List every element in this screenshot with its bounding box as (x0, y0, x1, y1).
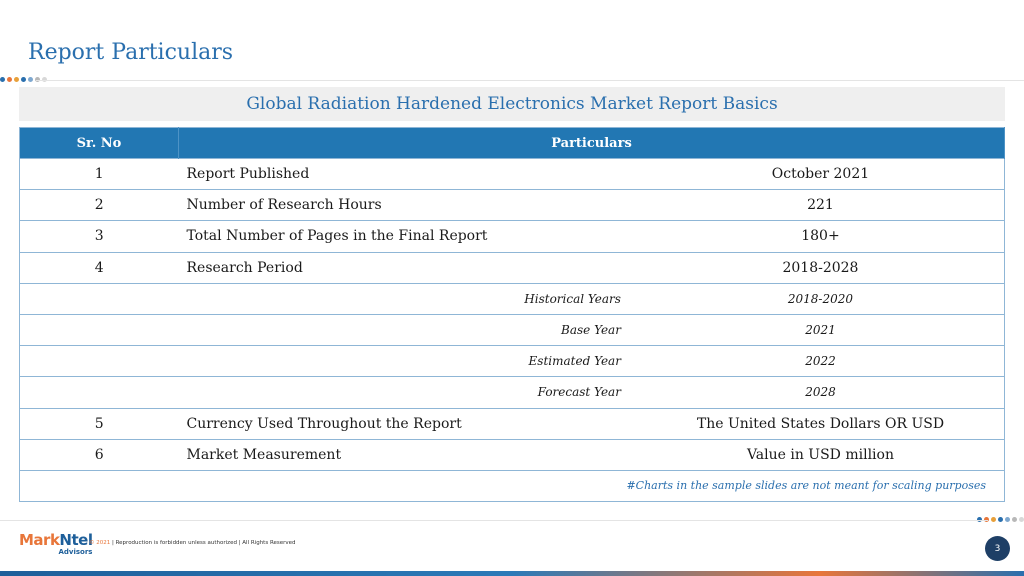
row-value: October 2021 (636, 157, 1005, 190)
table-row: 3 Total Number of Pages in the Final Rep… (19, 220, 1005, 253)
row-value: Value in USD million (636, 438, 1005, 471)
row-number: 5 (19, 407, 179, 440)
row-label: Number of Research Hours (178, 189, 637, 221)
header-divider (36, 80, 1024, 81)
row-value: The United States Dollars OR USD (636, 407, 1005, 440)
row-number: 6 (19, 438, 179, 471)
row-value: 180+ (636, 220, 1005, 253)
copyright-year: © 2021 (89, 540, 111, 546)
subtitle-band: Global Radiation Hardened Electronics Ma… (19, 87, 1005, 121)
markntel-logo: MarkNtel Advisors (19, 531, 93, 557)
footer-divider (0, 520, 988, 521)
report-particulars-table: Sr. No Particulars 1 Report Published Oc… (19, 127, 1005, 503)
table-sub-row: Estimated Year 2022 (19, 345, 1005, 377)
table-header-row: Sr. No Particulars (19, 127, 1005, 159)
sub-row-value: 2022 (636, 345, 1005, 377)
sub-row-label: Estimated Year (19, 345, 637, 377)
page-number-badge: 3 (985, 536, 1010, 561)
row-label: Market Measurement (178, 438, 637, 471)
sub-row-label: Historical Years (19, 282, 637, 315)
copyright-notice: © 2021 | Reproduction is forbidden unles… (89, 540, 296, 546)
row-label: Research Period (178, 251, 637, 284)
row-value: 221 (636, 189, 1005, 221)
report-subtitle: Global Radiation Hardened Electronics Ma… (246, 94, 778, 114)
sub-row-label: Forecast Year (19, 376, 637, 408)
row-number: 4 (19, 251, 179, 284)
row-label: Currency Used Throughout the Report (178, 407, 637, 440)
sub-row-value: 2018-2020 (636, 282, 1005, 315)
table-row: 1 Report Published October 2021 (19, 157, 1005, 190)
table-note-row: #Charts in the sample slides are not mea… (19, 469, 1005, 502)
page-title: Report Particulars (28, 40, 234, 65)
sub-row-value: 2028 (636, 376, 1005, 408)
table-sub-row: Historical Years 2018-2020 (19, 282, 1005, 315)
header-particulars: Particulars (178, 127, 1005, 159)
logo-subtitle: Advisors (58, 548, 93, 556)
bottom-gradient-bar (0, 571, 1024, 576)
row-number: 3 (19, 220, 179, 253)
table-row: 4 Research Period 2018-2028 (19, 251, 1005, 284)
row-value: 2018-2028 (636, 251, 1005, 284)
table-row: 6 Market Measurement Value in USD millio… (19, 438, 1005, 471)
scaling-note: #Charts in the sample slides are not mea… (19, 469, 1005, 502)
sub-row-label: Base Year (19, 313, 637, 346)
table-row: 5 Currency Used Throughout the Report Th… (19, 407, 1005, 440)
table-sub-row: Base Year 2021 (19, 313, 1005, 346)
header-sr-no: Sr. No (19, 127, 179, 159)
logo-ntel-text: Ntel (59, 531, 93, 549)
sub-row-value: 2021 (636, 313, 1005, 346)
logo-mark-text: Mark (19, 531, 60, 549)
table-sub-row: Forecast Year 2028 (19, 376, 1005, 408)
row-number: 1 (19, 157, 179, 190)
table-row: 2 Number of Research Hours 221 (19, 189, 1005, 221)
row-label: Report Published (178, 157, 637, 190)
copyright-text: | Reproduction is forbidden unless autho… (110, 540, 296, 546)
row-label: Total Number of Pages in the Final Repor… (178, 220, 637, 253)
row-number: 2 (19, 189, 179, 221)
